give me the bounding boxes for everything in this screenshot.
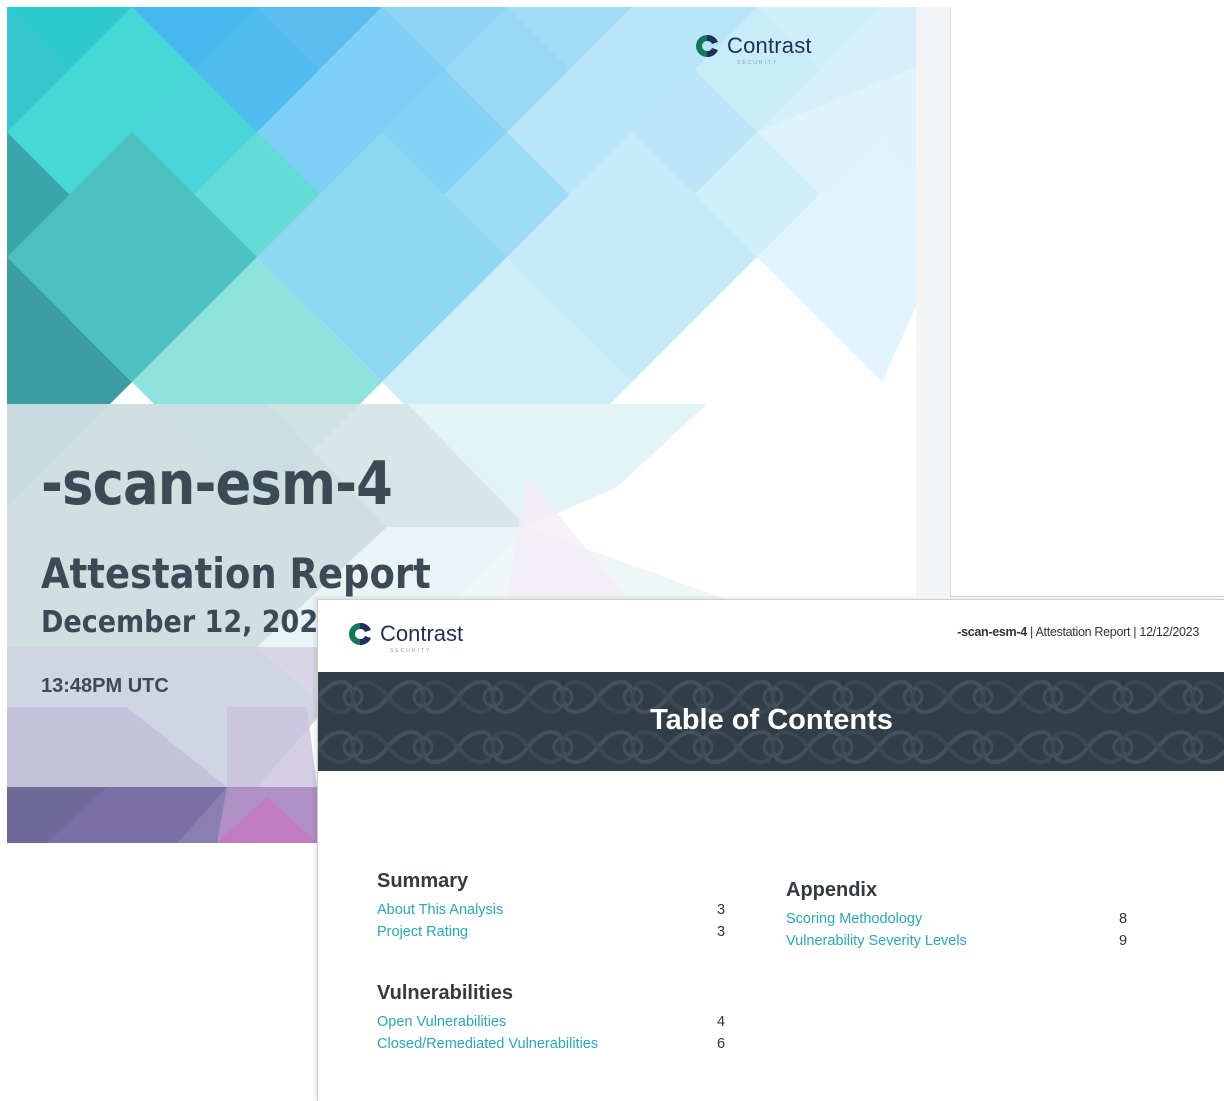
toc-link-about-this-analysis[interactable]: About This Analysis [377, 899, 503, 921]
toc-link-open-vulnerabilities[interactable]: Open Vulnerabilities [377, 1011, 506, 1033]
cover-contrast-logo: Contrast SECURITY [693, 33, 812, 66]
toc-page-number: 6 [716, 1036, 726, 1052]
cover-report-date: December 12, 2023 [41, 605, 337, 640]
toc-page-number: 3 [716, 924, 726, 940]
header-app-name: -scan-esm-4 [957, 625, 1027, 639]
toc-title-banner: Table of Contents [318, 672, 1224, 771]
toc-entry: Vulnerability Severity Levels 9 [786, 930, 1133, 952]
toc-section-heading: Appendix [786, 879, 878, 901]
toc-logo-subtext: SECURITY [390, 648, 432, 654]
cover-logo-wordmark: Contrast [727, 33, 812, 58]
page-header-meta: -scan-esm-4 | Attestation Report | 12/12… [957, 625, 1199, 639]
cover-report-time: 13:48PM UTC [41, 675, 169, 697]
toc-heading: Table of Contents [650, 704, 893, 736]
contrast-c-logo-icon [349, 622, 371, 646]
toc-page-number: 8 [1118, 911, 1128, 927]
contrast-c-logo-icon [696, 34, 718, 58]
toc-entry: Project Rating 3 [377, 921, 731, 943]
cover-project-title: -scan-esm-4 [41, 449, 393, 519]
toc-section-heading: Summary [377, 870, 469, 892]
toc-entry: Open Vulnerabilities 4 [377, 1011, 731, 1033]
toc-contrast-logo: Contrast SECURITY [346, 621, 464, 654]
toc-page-number: 3 [716, 902, 726, 918]
toc-link-project-rating[interactable]: Project Rating [377, 921, 468, 943]
toc-section-vulnerabilities: Vulnerabilities Open Vulnerabilities 4 C… [377, 982, 731, 1055]
cover-report-subtitle: Attestation Report [41, 549, 431, 598]
toc-section-summary: Summary About This Analysis 3 Project Ra… [377, 870, 731, 943]
header-report-info: | Attestation Report | 12/12/2023 [1026, 625, 1199, 639]
toc-entry: Scoring Methodology 8 [786, 908, 1133, 930]
toc-section-appendix: Appendix Scoring Methodology 8 Vulnerabi… [786, 879, 1133, 952]
toc-link-closed-remediated-vulnerabilities[interactable]: Closed/Remediated Vulnerabilities [377, 1033, 598, 1055]
toc-page-number: 9 [1118, 933, 1128, 949]
page-edge-divider [950, 596, 1224, 597]
toc-logo-wordmark: Contrast [380, 621, 464, 646]
toc-link-vulnerability-severity-levels[interactable]: Vulnerability Severity Levels [786, 930, 967, 952]
toc-link-scoring-methodology[interactable]: Scoring Methodology [786, 908, 922, 930]
toc-page: Contrast SECURITY -scan-esm-4 | Attestat… [317, 599, 1224, 1101]
cover-logo-subtext: SECURITY [737, 60, 779, 66]
cover-page-scrollbar[interactable] [916, 7, 951, 596]
toc-section-heading: Vulnerabilities [377, 982, 513, 1004]
toc-entry: About This Analysis 3 [377, 899, 731, 921]
toc-page-number: 4 [716, 1014, 726, 1030]
toc-entry: Closed/Remediated Vulnerabilities 6 [377, 1033, 731, 1055]
